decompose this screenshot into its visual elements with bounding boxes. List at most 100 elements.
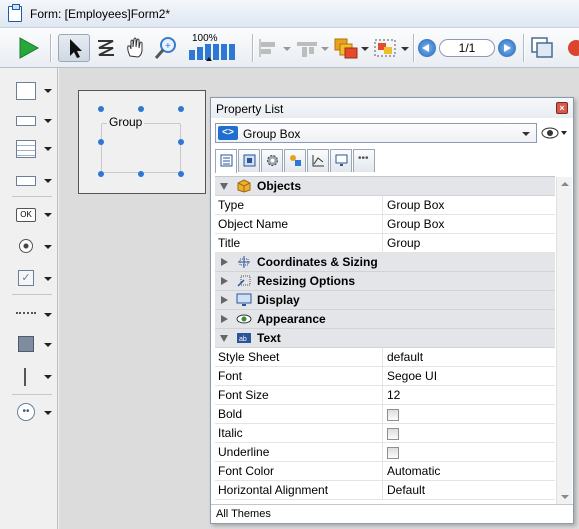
- property-row[interactable]: Style Sheet default: [215, 348, 555, 367]
- eye-icon: [541, 127, 567, 139]
- property-row[interactable]: Object Name Group Box: [215, 215, 555, 234]
- category-header[interactable]: Appearance: [215, 310, 555, 329]
- tab-shapes[interactable]: [284, 149, 306, 172]
- triangle-down-icon[interactable]: [220, 183, 228, 190]
- property-row[interactable]: Italic: [215, 424, 555, 443]
- display-icon: [236, 293, 252, 307]
- run-button[interactable]: [12, 34, 42, 62]
- category-header[interactable]: Resizing Options: [215, 272, 555, 291]
- property-name: Bold: [215, 405, 383, 423]
- palette-button-tool[interactable]: OK: [14, 204, 56, 228]
- property-value[interactable]: Group: [383, 234, 555, 252]
- selection-handle[interactable]: [178, 139, 184, 145]
- property-value[interactable]: 12: [383, 386, 555, 404]
- object-selector-value: Group Box: [243, 127, 301, 141]
- scroll-down-icon[interactable]: [561, 495, 569, 499]
- selection-handle[interactable]: [178, 171, 184, 177]
- selection-handle[interactable]: [138, 171, 144, 177]
- property-grid-scrollbar[interactable]: [556, 177, 572, 504]
- property-value[interactable]: default: [383, 348, 555, 366]
- filled-rectangle-icon: [18, 336, 34, 352]
- palette-input-tool[interactable]: [14, 110, 56, 134]
- group-button[interactable]: [372, 34, 410, 62]
- object-selector-dropdown[interactable]: <> Group Box: [215, 123, 537, 143]
- triangle-right-icon[interactable]: [221, 315, 228, 323]
- hand-tool-button[interactable]: [122, 34, 148, 62]
- palette-plugin-tool[interactable]: ••: [14, 402, 56, 426]
- property-name: Horizontal Alignment: [215, 481, 383, 499]
- property-row[interactable]: Title Group: [215, 234, 555, 253]
- tab-all-properties[interactable]: [215, 149, 237, 173]
- align-button[interactable]: [256, 34, 292, 62]
- property-row[interactable]: Horizontal Alignment Default: [215, 481, 555, 500]
- tab-graph[interactable]: [307, 149, 329, 172]
- category-header[interactable]: ab Text: [215, 329, 555, 348]
- property-row[interactable]: Underline: [215, 443, 555, 462]
- triangle-right-icon[interactable]: [221, 258, 228, 266]
- zoom-level-control[interactable]: 100%: [186, 33, 248, 62]
- property-row[interactable]: Font Size 12: [215, 386, 555, 405]
- property-value[interactable]: Automatic: [383, 462, 555, 480]
- palette-splitter-tool[interactable]: [14, 366, 56, 390]
- entry-order-button[interactable]: [93, 34, 119, 62]
- selection-handle[interactable]: [138, 106, 144, 112]
- property-value[interactable]: Default: [383, 481, 555, 499]
- property-row[interactable]: Type Group Box: [215, 196, 555, 215]
- triangle-right-icon[interactable]: [221, 296, 228, 304]
- property-value[interactable]: Group Box: [383, 196, 555, 214]
- property-checkbox[interactable]: [387, 428, 399, 440]
- visibility-menu-button[interactable]: [541, 125, 569, 141]
- scroll-up-icon[interactable]: [561, 182, 569, 186]
- distribute-button[interactable]: [294, 34, 330, 62]
- close-form-button[interactable]: [566, 34, 579, 62]
- property-row[interactable]: Font Color Automatic: [215, 462, 555, 481]
- stop-icon: [568, 40, 579, 56]
- view-pages-button[interactable]: [528, 34, 556, 62]
- selection-handle[interactable]: [98, 139, 104, 145]
- property-value[interactable]: Segoe UI: [383, 367, 555, 385]
- form-page[interactable]: Group: [78, 90, 206, 194]
- triangle-down-icon[interactable]: [220, 335, 228, 342]
- palette-combo-tool[interactable]: [14, 170, 56, 194]
- group-box-object[interactable]: [101, 123, 181, 173]
- selection-handle[interactable]: [98, 171, 104, 177]
- level-button[interactable]: [332, 34, 370, 62]
- tab-more[interactable]: •••: [353, 149, 375, 172]
- property-name: Italic: [215, 424, 383, 442]
- tab-events[interactable]: [261, 149, 283, 172]
- category-title: Objects: [257, 179, 302, 193]
- property-value[interactable]: Group Box: [383, 215, 555, 233]
- property-row[interactable]: Bold: [215, 405, 555, 424]
- category-header[interactable]: Display: [215, 291, 555, 310]
- play-icon: [19, 37, 40, 59]
- tab-objects[interactable]: [238, 149, 260, 172]
- triangle-right-icon[interactable]: [221, 277, 228, 285]
- palette-checkbox-tool[interactable]: ✓: [14, 268, 56, 292]
- next-page-button[interactable]: [498, 39, 516, 57]
- rectangle-icon: [16, 82, 36, 100]
- select-tool-button[interactable]: [58, 34, 90, 62]
- property-name: Font Size: [215, 386, 383, 404]
- tab-display[interactable]: [330, 149, 352, 172]
- category-header[interactable]: Coordinates & Sizing: [215, 253, 555, 272]
- zoom-button[interactable]: +: [152, 34, 180, 62]
- selection-handle[interactable]: [98, 106, 104, 112]
- arrow-cursor-icon: [70, 39, 82, 58]
- selection-handle[interactable]: [178, 106, 184, 112]
- palette-ruler-tool[interactable]: [14, 304, 56, 328]
- group-box-title: Group: [107, 115, 145, 129]
- palette-rectangle-tool[interactable]: [14, 80, 56, 104]
- category-header[interactable]: Objects: [215, 177, 555, 196]
- palette-list-tool[interactable]: [14, 138, 56, 162]
- palette-shape-tool[interactable]: [14, 334, 56, 358]
- theme-filter-label[interactable]: All Themes: [216, 508, 271, 520]
- monitor-icon: [335, 154, 348, 166]
- close-icon[interactable]: ×: [556, 102, 568, 114]
- property-checkbox[interactable]: [387, 409, 399, 421]
- page-indicator[interactable]: 1/1: [439, 39, 495, 57]
- property-checkbox[interactable]: [387, 447, 399, 459]
- palette-radio-tool[interactable]: [14, 236, 56, 260]
- layers-icon: [334, 38, 358, 59]
- previous-page-button[interactable]: [418, 39, 436, 57]
- property-row[interactable]: Font Segoe UI: [215, 367, 555, 386]
